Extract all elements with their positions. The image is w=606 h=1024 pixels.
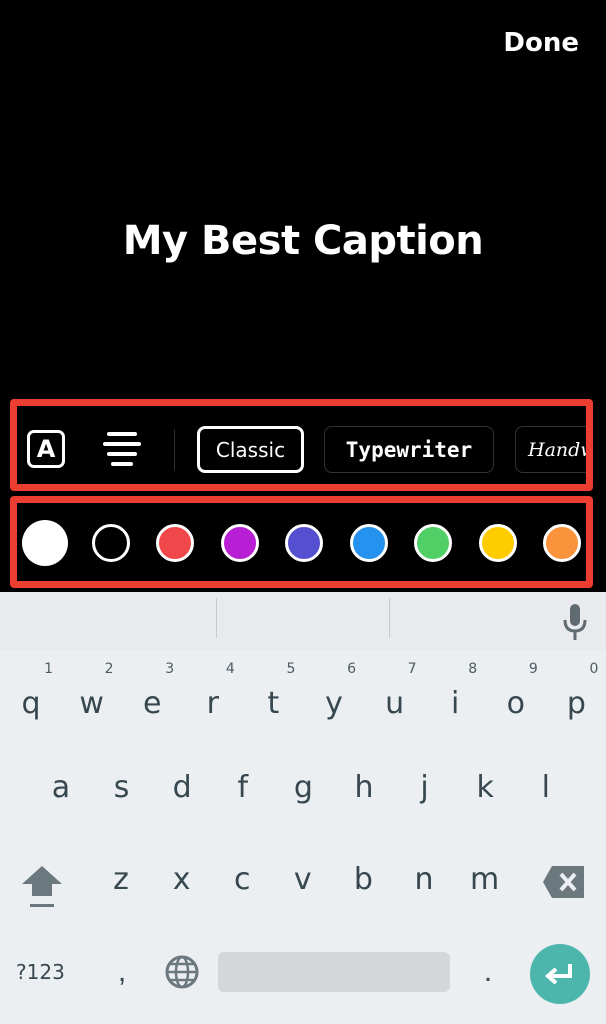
key-label: w xyxy=(79,686,104,721)
key-number-hint: 6 xyxy=(347,661,356,677)
key-number-hint: 9 xyxy=(528,661,538,677)
key-w[interactable]: w2 xyxy=(62,662,122,734)
key-g[interactable]: g xyxy=(273,758,333,818)
color-swatch-yellow[interactable] xyxy=(478,524,517,562)
suggestion-divider xyxy=(389,598,390,638)
key-l[interactable]: l xyxy=(516,758,576,818)
color-swatch-purple[interactable] xyxy=(220,524,259,562)
color-swatch-blue[interactable] xyxy=(349,524,388,562)
key-label: x xyxy=(172,862,191,897)
comma-key[interactable]: , xyxy=(104,947,140,997)
period-key[interactable]: . xyxy=(470,947,506,997)
key-label: h xyxy=(354,770,374,805)
key-k[interactable]: k xyxy=(455,758,515,818)
done-button[interactable]: Done xyxy=(503,28,579,58)
key-label: i xyxy=(451,686,460,721)
microphone-icon[interactable] xyxy=(561,602,589,642)
toolbar-divider xyxy=(174,430,175,470)
caption-editor: Done My Best Caption A Classic Typewrite… xyxy=(0,0,606,592)
key-label: f xyxy=(237,770,249,805)
color-swatch-red[interactable] xyxy=(156,524,194,562)
color-swatch-black[interactable] xyxy=(91,524,130,562)
space-bar[interactable] xyxy=(218,952,450,992)
key-o[interactable]: o9 xyxy=(486,662,546,734)
align-center-icon[interactable] xyxy=(103,432,141,468)
key-u[interactable]: u7 xyxy=(365,662,425,734)
color-swatch-orange[interactable] xyxy=(543,524,581,562)
key-label: z xyxy=(113,862,129,897)
key-label: t xyxy=(267,686,280,721)
key-q[interactable]: q1 xyxy=(1,662,61,734)
key-a[interactable]: a xyxy=(31,758,91,818)
key-number-hint: 2 xyxy=(104,661,114,677)
key-label: c xyxy=(233,862,251,897)
key-p[interactable]: p0 xyxy=(546,662,606,734)
key-i[interactable]: i8 xyxy=(425,662,485,734)
key-number-hint: 8 xyxy=(468,661,478,677)
key-t[interactable]: t5 xyxy=(243,662,303,734)
font-option-classic[interactable]: Classic xyxy=(197,426,304,473)
key-d[interactable]: d xyxy=(152,758,212,818)
key-label: l xyxy=(541,770,550,805)
key-label: d xyxy=(172,770,192,805)
keyboard: ?123 , . q1w2e3r4t5y6u7i8o9p0asdfghjklzx… xyxy=(0,592,606,1024)
color-swatch-green[interactable] xyxy=(414,524,452,562)
key-number-hint: 5 xyxy=(286,661,296,677)
key-label: a xyxy=(51,770,71,805)
key-f[interactable]: f xyxy=(213,758,273,818)
enter-icon xyxy=(544,964,572,985)
color-swatch-white[interactable] xyxy=(22,520,68,566)
key-h[interactable]: h xyxy=(334,758,394,818)
key-number-hint: 1 xyxy=(44,661,53,677)
key-m[interactable]: m xyxy=(455,850,515,910)
symbols-key[interactable]: ?123 xyxy=(16,952,76,992)
text-style-toolbar: A Classic Typewriter Handwriting xyxy=(17,406,586,484)
key-label: v xyxy=(293,862,312,897)
suggestion-divider xyxy=(216,598,217,638)
key-label: n xyxy=(414,862,434,897)
key-b[interactable]: b xyxy=(333,850,393,910)
key-s[interactable]: s xyxy=(92,758,152,818)
key-number-hint: 0 xyxy=(589,661,599,677)
key-label: o xyxy=(506,686,525,721)
key-number-hint: 3 xyxy=(165,661,175,677)
key-label: u xyxy=(385,686,405,721)
backspace-icon[interactable] xyxy=(542,864,586,900)
key-number-hint: 4 xyxy=(225,661,235,677)
key-n[interactable]: n xyxy=(394,850,454,910)
key-x[interactable]: x xyxy=(152,850,212,910)
suggestion-bar xyxy=(0,592,606,650)
key-label: m xyxy=(469,862,500,897)
key-z[interactable]: z xyxy=(91,850,151,910)
key-y[interactable]: y6 xyxy=(304,662,364,734)
key-number-hint: 7 xyxy=(407,661,417,677)
key-v[interactable]: v xyxy=(273,850,333,910)
key-r[interactable]: r4 xyxy=(183,662,243,734)
key-label: y xyxy=(325,686,343,721)
text-background-icon[interactable]: A xyxy=(27,430,65,468)
caption-text[interactable]: My Best Caption xyxy=(0,218,606,264)
color-swatch-indigo[interactable] xyxy=(285,524,323,562)
shift-icon[interactable] xyxy=(18,862,66,912)
enter-button[interactable] xyxy=(530,944,590,1004)
globe-icon[interactable] xyxy=(164,954,200,990)
key-label: b xyxy=(353,862,373,897)
key-label: g xyxy=(293,770,313,805)
key-label: k xyxy=(476,770,494,805)
key-label: s xyxy=(113,770,130,805)
key-label: r xyxy=(206,686,219,721)
font-option-handwriting[interactable]: Handwriting xyxy=(515,426,586,473)
key-label: q xyxy=(21,686,41,721)
key-e[interactable]: e3 xyxy=(122,662,182,734)
key-j[interactable]: j xyxy=(395,758,455,818)
key-label: j xyxy=(420,770,429,805)
key-label: e xyxy=(142,686,162,721)
font-option-typewriter[interactable]: Typewriter xyxy=(324,426,494,473)
key-c[interactable]: c xyxy=(212,850,272,910)
color-picker xyxy=(17,503,586,581)
key-label: p xyxy=(566,686,586,721)
